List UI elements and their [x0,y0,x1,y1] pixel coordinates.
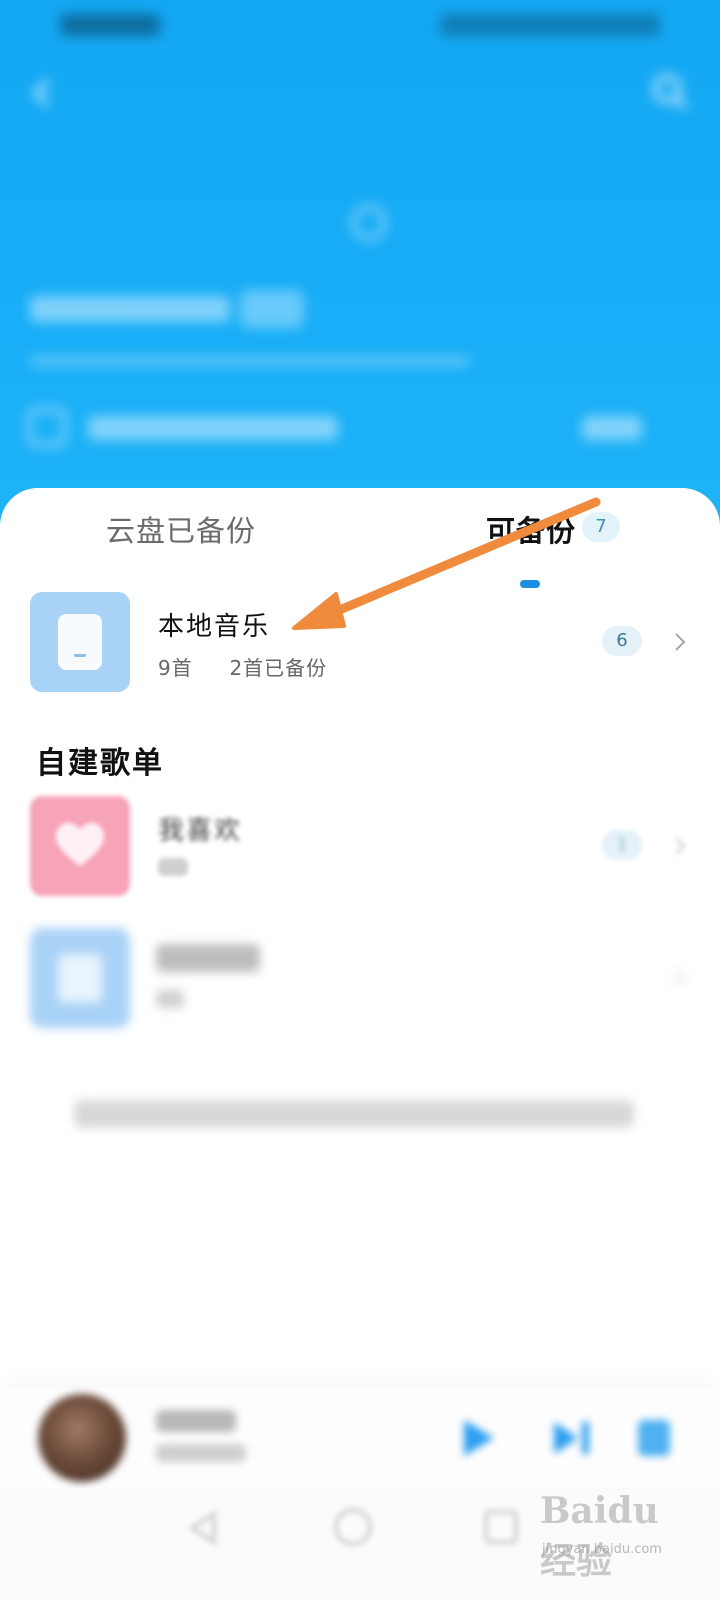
cloud-title [32,200,372,248]
expand-storage-button[interactable] [240,290,304,328]
status-icons [440,14,660,36]
chevron-right-icon [675,969,686,987]
phone-device-icon [30,592,130,692]
tab-indicator [520,580,540,588]
playlist-cover [30,928,130,1028]
auto-backup-row[interactable] [28,406,692,450]
cloud-header [0,0,720,540]
nav-home-icon[interactable] [334,1508,372,1546]
watermark-domain: jingyan.baidu.com [542,1542,662,1557]
watermark-brand: Baidu经验 [540,1490,659,1582]
playlist-2-subtitle [156,990,184,1008]
playlist-favorite-subtitle [158,858,188,876]
player-song-title [156,1410,236,1432]
auto-backup-icon [28,408,66,446]
nav-back-icon[interactable] [186,1510,222,1546]
auto-backup-text [88,416,338,440]
back-arrow-icon[interactable] [28,78,58,108]
local-music-backed-up: 2首已备份 [229,656,328,680]
nav-recent-icon[interactable] [484,1510,518,1544]
baidu-watermark: Baidu经验 jingyan.baidu.com [540,1486,690,1582]
backup-tabs: 云盘已备份 可备份 7 [0,508,720,588]
playlist-row-favorite[interactable]: 我喜欢 1 [0,796,720,900]
section-title-custom-playlists: 自建歌单 [36,746,164,781]
playlist-favorite-title: 我喜欢 [158,816,243,846]
info-icon[interactable] [352,206,386,240]
backup-hint-text [74,1100,634,1128]
status-time [60,14,160,36]
playlist-favorite-count-badge: 1 [602,830,642,860]
chevron-right-icon [675,837,686,855]
favorite-cover [30,796,130,896]
local-music-song-count: 9首 [158,656,193,680]
tab-backupable[interactable]: 可备份 [486,508,576,550]
player-cover-art[interactable] [38,1394,126,1482]
search-icon[interactable] [650,72,690,112]
tab-cloud-backed-up[interactable]: 云盘已备份 [106,508,256,550]
tab-backupable-badge: 7 [582,512,620,542]
player-artist [156,1444,246,1462]
playlist-2-title [156,944,260,972]
chevron-right-icon [675,633,686,651]
local-music-row[interactable]: 本地音乐 9首 2首已备份 6 [0,592,720,696]
next-icon[interactable] [552,1420,592,1456]
playlist-row-2[interactable] [0,928,720,1032]
local-music-title: 本地音乐 [158,612,271,642]
storage-progress-bar [30,356,470,366]
mini-player[interactable] [0,1388,720,1488]
play-icon[interactable] [458,1418,498,1458]
heart-icon [56,823,104,866]
cloud-usage-text [30,296,230,322]
playlist-icon[interactable] [636,1418,672,1458]
auto-backup-setting[interactable] [582,416,642,440]
local-music-count-badge: 6 [602,626,642,656]
status-bar [0,0,720,50]
local-music-subtitle: 9首 2首已备份 [158,652,327,681]
